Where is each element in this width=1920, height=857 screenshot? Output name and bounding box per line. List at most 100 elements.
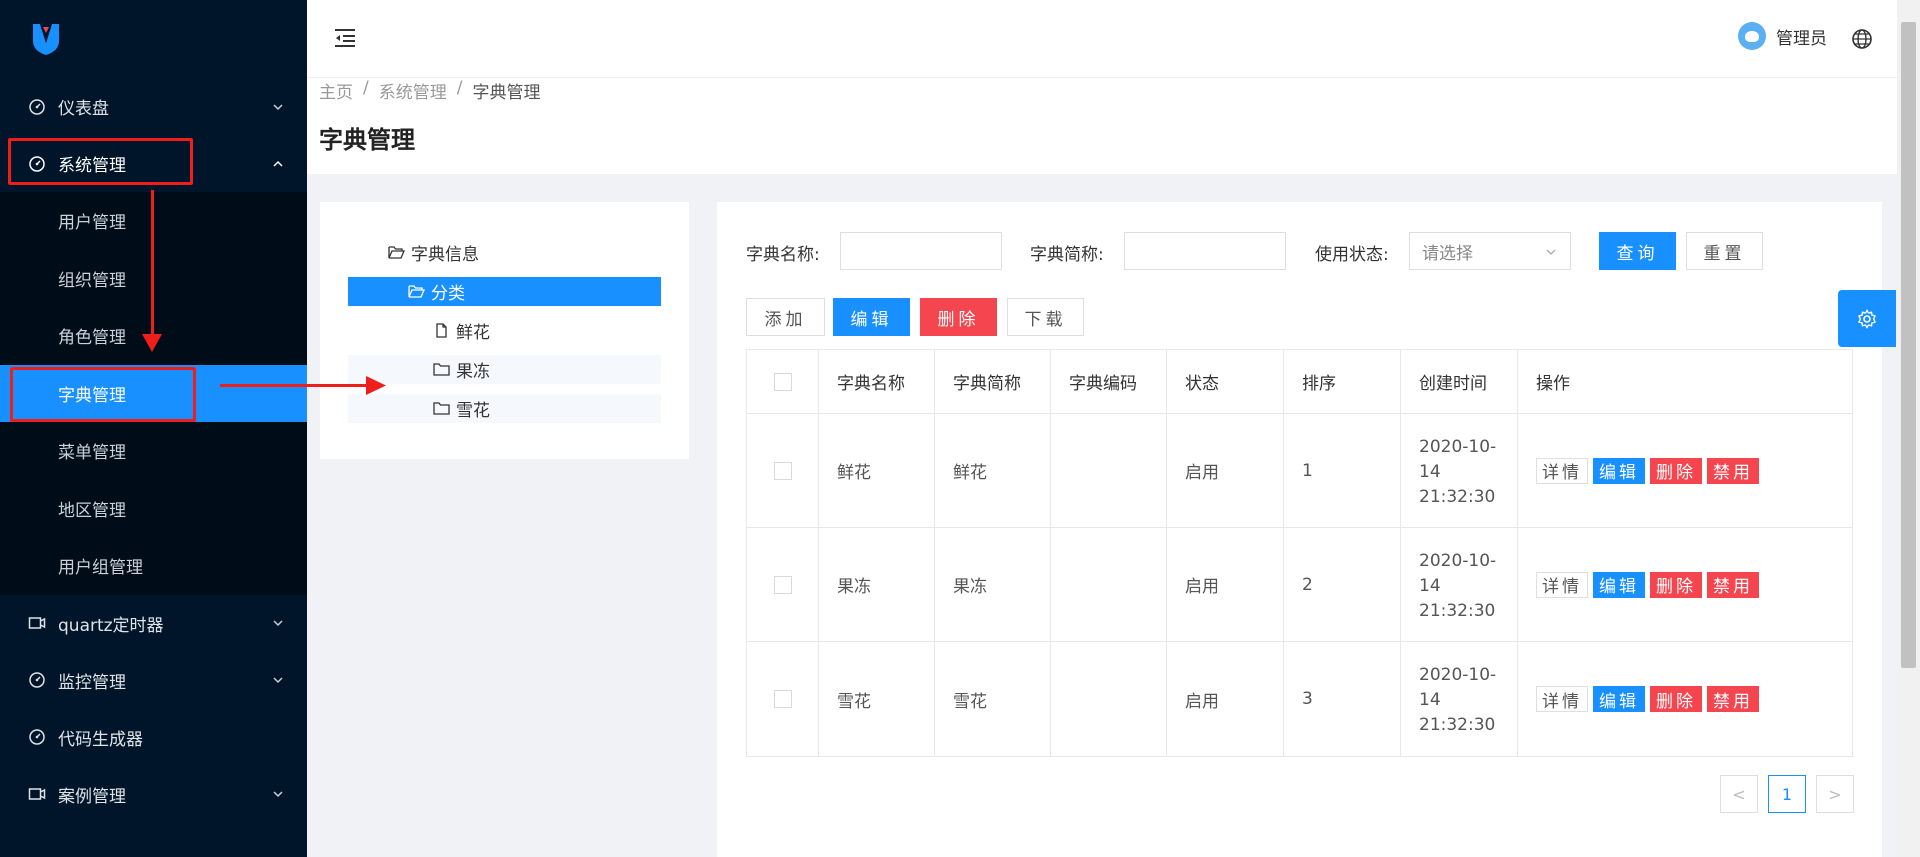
dictionary-tree: 字典信息 分类 鲜花 果冻 雪花 <box>320 202 689 459</box>
name-label: 字典名称: <box>746 245 820 265</box>
table-row: 雪花 雪花 启用 3 2020-10- 14 21:32:30 详情 编辑 删除… <box>747 642 1852 756</box>
tree-node-leaf[interactable]: 鲜花 <box>433 316 490 345</box>
column-header: 字典编码 <box>1051 350 1167 413</box>
status-label: 使用状态: <box>1315 245 1389 265</box>
delete-button[interactable]: 删除 <box>920 298 997 336</box>
breadcrumb-sep: / <box>363 78 369 98</box>
sidebar-item-menus[interactable]: 菜单管理 <box>0 422 307 480</box>
menu-fold-icon[interactable] <box>333 27 357 49</box>
code-cell <box>1051 642 1167 756</box>
column-header: 字典简称 <box>935 350 1051 413</box>
select-all-checkbox[interactable] <box>773 372 792 391</box>
detail-button[interactable]: 详情 <box>1536 457 1588 484</box>
time-line: 14 <box>1419 690 1441 710</box>
row-select-cell <box>747 528 819 641</box>
abbr-input[interactable] <box>1124 232 1286 270</box>
chevron-down-icon <box>271 100 285 114</box>
order-cell: 1 <box>1284 414 1401 527</box>
status-cell: 启用 <box>1167 528 1284 641</box>
dictionary-panel: 字典名称: 字典简称: 使用状态: 请选择 查询 重置 添加 编辑 删除 下载 … <box>717 202 1882 857</box>
abbr-cell: 雪花 <box>935 642 1051 756</box>
annotation-arrow-down <box>151 190 154 338</box>
row-checkbox[interactable] <box>773 690 792 708</box>
tree-node-folder[interactable]: 果冻 <box>348 355 661 384</box>
order-cell: 3 <box>1284 642 1401 756</box>
page-title: 字典管理 <box>319 126 415 154</box>
chevron-down-icon <box>271 787 285 801</box>
reset-button[interactable]: 重置 <box>1686 232 1763 270</box>
time-cell: 2020-10- 14 21:32:30 <box>1401 528 1518 641</box>
chevron-up-icon <box>271 157 285 171</box>
row-delete-button[interactable]: 删除 <box>1650 571 1702 598</box>
status-select[interactable]: 请选择 <box>1409 232 1571 270</box>
menu-label: quartz定时器 <box>58 615 164 636</box>
time-line: 14 <box>1419 462 1441 482</box>
menu-item-monitor[interactable]: 监控管理 <box>0 652 307 709</box>
status-cell: 启用 <box>1167 642 1284 756</box>
row-edit-button[interactable]: 编辑 <box>1593 686 1645 712</box>
page-scrollbar[interactable] <box>1897 0 1920 857</box>
file-icon <box>433 323 450 338</box>
table-row: 果冻 果冻 启用 2 2020-10- 14 21:32:30 详情 编辑 删除… <box>747 528 1852 642</box>
tree-node-root[interactable]: 字典信息 <box>388 238 479 267</box>
row-delete-button[interactable]: 删除 <box>1650 457 1702 484</box>
top-header: 管理员 <box>307 0 1897 78</box>
column-header: 状态 <box>1167 350 1284 413</box>
name-input[interactable] <box>840 232 1002 270</box>
add-button[interactable]: 添加 <box>746 298 825 336</box>
dashboard-icon <box>28 671 46 689</box>
gear-icon <box>1858 308 1876 329</box>
column-header: 操作 <box>1536 374 1570 394</box>
sidebar-item-user-groups[interactable]: 用户组管理 <box>0 537 307 595</box>
globe-icon[interactable] <box>1851 28 1873 50</box>
menu-item-dashboard[interactable]: 仪表盘 <box>0 78 307 135</box>
row-delete-button[interactable]: 删除 <box>1650 686 1702 712</box>
scrollbar-thumb[interactable] <box>1901 22 1916 668</box>
abbr-label: 字典简称: <box>1030 245 1104 265</box>
folder-icon <box>433 401 450 416</box>
row-edit-button[interactable]: 编辑 <box>1593 457 1645 484</box>
sidebar-item-regions[interactable]: 地区管理 <box>0 480 307 538</box>
menu-label: 监控管理 <box>58 672 126 693</box>
logo[interactable] <box>0 0 307 78</box>
row-checkbox[interactable] <box>773 461 792 480</box>
annotation-arrowhead-right <box>366 376 386 395</box>
row-disable-button[interactable]: 禁用 <box>1707 686 1759 712</box>
folder-open-icon <box>408 284 425 299</box>
breadcrumb-home[interactable]: 主页 <box>319 78 353 103</box>
row-disable-button[interactable]: 禁用 <box>1707 457 1759 484</box>
time-line: 21:32:30 <box>1419 601 1496 621</box>
download-button[interactable]: 下载 <box>1007 298 1084 336</box>
menu-item-cases[interactable]: 案例管理 <box>0 766 307 823</box>
row-checkbox[interactable] <box>773 575 792 594</box>
detail-button[interactable]: 详情 <box>1536 686 1588 712</box>
ops-cell: 详情 编辑 删除 禁用 <box>1518 528 1852 641</box>
detail-button[interactable]: 详情 <box>1536 571 1588 598</box>
time-line: 21:32:30 <box>1419 487 1496 507</box>
code-cell <box>1051 528 1167 641</box>
time-line: 14 <box>1419 576 1441 596</box>
next-page-button[interactable]: > <box>1816 775 1854 813</box>
chevron-down-icon <box>1544 245 1558 259</box>
menu-item-quartz[interactable]: quartz定时器 <box>0 595 307 652</box>
prev-page-button[interactable]: < <box>1720 775 1758 813</box>
tree-node-folder[interactable]: 雪花 <box>348 394 661 423</box>
edit-button[interactable]: 编辑 <box>833 298 910 336</box>
page-button[interactable]: 1 <box>1768 775 1806 813</box>
dashboard-icon <box>28 98 46 116</box>
settings-button[interactable] <box>1838 290 1896 347</box>
row-disable-button[interactable]: 禁用 <box>1707 571 1759 598</box>
tree-label: 雪花 <box>456 401 490 421</box>
tree-label: 分类 <box>431 284 465 304</box>
tree-node-category[interactable]: 分类 <box>348 277 661 306</box>
row-edit-button[interactable]: 编辑 <box>1593 571 1645 598</box>
user-menu[interactable]: 管理员 <box>1738 22 1827 50</box>
chevron-down-icon <box>271 616 285 630</box>
chevron-down-icon <box>271 673 285 687</box>
breadcrumb-current: 字典管理 <box>472 83 541 103</box>
code-cell <box>1051 414 1167 527</box>
menu-item-codegen[interactable]: 代码生成器 <box>0 709 307 766</box>
video-icon <box>28 785 46 803</box>
breadcrumb-parent[interactable]: 系统管理 <box>379 78 447 103</box>
query-button[interactable]: 查询 <box>1599 232 1676 270</box>
